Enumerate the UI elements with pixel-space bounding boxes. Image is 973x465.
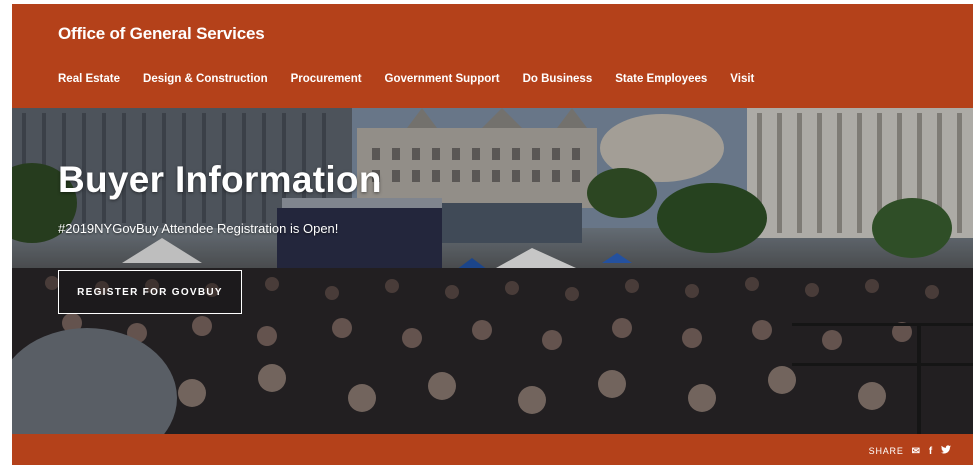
facebook-icon[interactable]: f (929, 446, 933, 457)
nav-state-employees[interactable]: State Employees (615, 73, 707, 85)
nav-government-support[interactable]: Government Support (385, 73, 500, 85)
main-nav: Real Estate Design & Construction Procur… (58, 73, 777, 85)
nav-design-construction[interactable]: Design & Construction (143, 73, 268, 85)
hero-subtitle: #2019NYGovBuy Attendee Registration is O… (58, 221, 339, 236)
hero-banner: Buyer Information #2019NYGovBuy Attendee… (12, 108, 973, 434)
page: Office of General Services Real Estate D… (0, 0, 973, 465)
share-bar: SHARE ✉ f (12, 434, 973, 465)
nav-visit[interactable]: Visit (730, 73, 754, 85)
nav-real-estate[interactable]: Real Estate (58, 73, 120, 85)
nav-procurement[interactable]: Procurement (291, 73, 362, 85)
share-group: SHARE ✉ f (869, 445, 951, 457)
email-icon[interactable]: ✉ (912, 446, 921, 457)
site-header: Office of General Services Real Estate D… (12, 4, 973, 108)
share-label: SHARE (868, 446, 904, 456)
twitter-icon[interactable] (941, 445, 951, 457)
nav-do-business[interactable]: Do Business (523, 73, 593, 85)
site-title[interactable]: Office of General Services (58, 24, 265, 44)
register-button[interactable]: REGISTER FOR GOVBUY (58, 270, 242, 314)
hero-title: Buyer Information (58, 159, 382, 200)
